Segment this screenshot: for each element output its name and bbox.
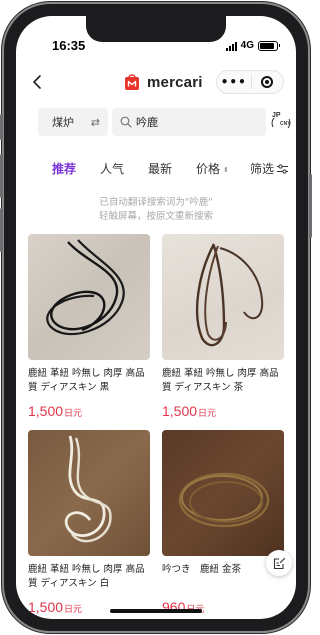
network-type: 4G bbox=[240, 40, 254, 51]
product-price: 1,500日元 bbox=[28, 403, 150, 419]
platform-label: 煤炉 bbox=[52, 116, 74, 129]
status-indicators: 4G bbox=[225, 40, 280, 51]
back-icon[interactable] bbox=[28, 72, 48, 92]
tab-popular[interactable]: 人气 bbox=[100, 160, 124, 177]
product-image bbox=[162, 234, 284, 360]
power-button bbox=[309, 174, 312, 238]
brown-cord-image bbox=[195, 243, 264, 347]
tab-recommended[interactable]: 推荐 bbox=[52, 160, 76, 177]
price-currency: 日元 bbox=[198, 409, 217, 419]
tab-newest-label: 最新 bbox=[148, 162, 173, 176]
tab-price[interactable]: 价格 ⬍ bbox=[196, 160, 229, 177]
swap-icon: ⇄ bbox=[90, 115, 100, 129]
status-time: 16:35 bbox=[52, 38, 86, 53]
brand-name: mercari bbox=[147, 73, 203, 91]
home-indicator[interactable] bbox=[110, 609, 202, 613]
product-card[interactable]: 鹿紐 革紐 吟無し 肉厚 高品質 ディアスキン 白 1,500日元 bbox=[28, 430, 150, 615]
price-value: 1,500 bbox=[28, 599, 64, 615]
search-input[interactable]: 吟鹿 bbox=[112, 108, 266, 136]
product-card[interactable]: 吟つき 鹿紐 金茶 960日元 bbox=[162, 430, 284, 615]
volume-up-button bbox=[0, 154, 3, 198]
translate-arrows-icon bbox=[271, 117, 291, 129]
volume-down-button bbox=[0, 208, 3, 252]
product-title: 鹿紐 革紐 吟無し 肉厚 高品質 ディアスキン 茶 bbox=[162, 368, 279, 393]
platform-select[interactable]: 煤炉 ⇄ bbox=[38, 108, 108, 136]
battery-icon bbox=[258, 40, 280, 51]
tab-popular-label: 人气 bbox=[100, 162, 125, 176]
price-currency: 日元 bbox=[64, 409, 83, 419]
product-title: 鹿紐 革紐 吟無し 肉厚 高品質 ディアスキン 黒 bbox=[28, 368, 145, 393]
filter-icon bbox=[277, 164, 289, 174]
product-image bbox=[28, 430, 150, 556]
notice-line-1: 已自动翻译搜索词为"吟鹿" bbox=[99, 197, 213, 208]
notice-line-2: 轻触屏幕，按原文重新搜索 bbox=[98, 211, 213, 222]
mercari-logo: mercari bbox=[122, 72, 203, 92]
mute-switch bbox=[0, 114, 3, 140]
product-card[interactable]: 鹿紐 革紐 吟無し 肉厚 高品質 ディアスキン 茶 1,500日元 bbox=[162, 234, 284, 419]
search-icon bbox=[120, 116, 132, 128]
product-image bbox=[28, 234, 150, 360]
price-value: 1,500 bbox=[162, 403, 198, 419]
price-value: 1,500 bbox=[28, 403, 64, 419]
close-target-icon bbox=[261, 76, 274, 88]
product-card[interactable]: 鹿紐 革紐 吟無し 肉厚 高品質 ディアスキン 黒 1,500日元 bbox=[28, 234, 150, 419]
search-query: 吟鹿 bbox=[136, 116, 158, 129]
translate-button[interactable]: JP CNY bbox=[270, 112, 292, 134]
translation-notice[interactable]: 已自动翻译搜索词为"吟鹿" 轻触屏幕，按原文重新搜索 bbox=[16, 196, 296, 224]
edit-note-icon bbox=[273, 557, 285, 569]
sort-tabs: 推荐 人气 最新 价格 ⬍ 筛选 bbox=[16, 158, 296, 182]
close-button[interactable] bbox=[251, 76, 283, 88]
product-price: 1,500日元 bbox=[162, 403, 284, 419]
mercari-bag-icon bbox=[125, 74, 139, 90]
tab-filter-label: 筛选 bbox=[250, 162, 275, 176]
product-title: 鹿紐 革紐 吟無し 肉厚 高品質 ディアスキン 白 bbox=[28, 564, 145, 589]
black-cord-image bbox=[46, 239, 125, 336]
tab-price-label: 价格 bbox=[196, 162, 221, 176]
tab-recommended-label: 推荐 bbox=[52, 162, 77, 176]
status-bar: 16:35 4G bbox=[16, 38, 296, 56]
sort-arrows-icon: ⬍ bbox=[223, 166, 229, 174]
app-screen: 16:35 4G mercari ••• 煤炉 ⇄ 吟鹿 JP CNY 推荐 人… bbox=[16, 16, 296, 619]
phone-frame: 16:35 4G mercari ••• 煤炉 ⇄ 吟鹿 JP CNY 推荐 人… bbox=[0, 4, 312, 631]
gold-cord-image bbox=[178, 472, 270, 528]
search-row: 煤炉 ⇄ 吟鹿 JP CNY bbox=[16, 106, 296, 142]
miniapp-capsule: ••• bbox=[216, 70, 284, 94]
more-button[interactable]: ••• bbox=[217, 71, 251, 93]
tab-newest[interactable]: 最新 bbox=[148, 160, 172, 177]
price-currency: 日元 bbox=[64, 605, 83, 615]
product-image bbox=[162, 430, 284, 556]
tab-filter[interactable]: 筛选 bbox=[250, 160, 289, 177]
white-cord-image bbox=[64, 435, 112, 543]
signal-icon bbox=[225, 41, 237, 51]
feedback-button[interactable] bbox=[266, 550, 292, 576]
app-header: mercari ••• bbox=[16, 64, 296, 100]
